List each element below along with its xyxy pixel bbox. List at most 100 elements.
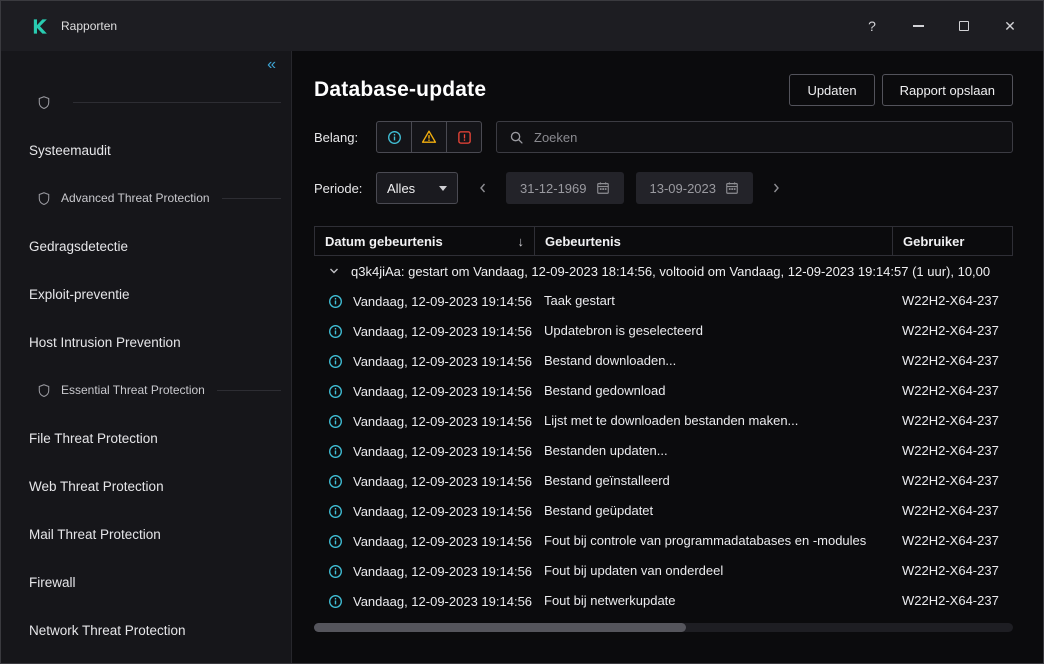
table-row[interactable]: Vandaag, 12-09-2023 19:14:56 Lijst met te… xyxy=(314,406,1043,436)
event-date-cell: Vandaag, 12-09-2023 19:14:56 xyxy=(314,414,534,429)
period-select[interactable]: Alles xyxy=(376,172,458,204)
table-row[interactable]: Vandaag, 12-09-2023 19:14:56Updatebron i… xyxy=(314,316,1043,346)
severity-info-button[interactable] xyxy=(376,121,412,153)
sidebar-item-label: Network Threat Protection xyxy=(29,623,186,638)
sidebar-item-label: Gedragsdetectie xyxy=(29,239,128,254)
event-date: Vandaag, 12-09-2023 19:14:56 xyxy=(353,324,532,339)
close-button[interactable]: ✕ xyxy=(987,9,1033,43)
sidebar-item-host-intrusion-prevention[interactable]: Host Intrusion Prevention xyxy=(1,318,291,366)
event-date: Vandaag, 12-09-2023 19:14:56 xyxy=(353,594,532,609)
warning-icon xyxy=(421,129,437,145)
kaspersky-logo-icon xyxy=(31,17,50,36)
sidebar-item-label: Systeemaudit xyxy=(29,143,111,158)
user-cell: W22H2-X64-237 xyxy=(892,382,1043,400)
event-date-cell: Vandaag, 12-09-2023 19:14:56 xyxy=(314,294,534,309)
info-icon xyxy=(328,474,343,489)
event-date: Vandaag, 12-09-2023 19:14:56 xyxy=(353,474,532,489)
next-period-button[interactable] xyxy=(765,176,787,200)
previous-period-button[interactable] xyxy=(472,176,494,200)
sidebar-item-mail-threat-protection[interactable]: Mail Threat Protection xyxy=(1,510,291,558)
group-row[interactable]: q3k4jiAa: gestart om Vandaag, 12-09-2023… xyxy=(314,256,1043,286)
table-row[interactable]: Vandaag, 12-09-2023 19:14:56Fout bij con… xyxy=(314,526,1043,556)
sidebar-section-label: Advanced Threat Protection xyxy=(61,191,210,205)
sidebar-item-web-threat-protection[interactable]: Web Threat Protection xyxy=(1,462,291,510)
column-label: Gebeurtenis xyxy=(545,234,621,249)
minimize-button[interactable] xyxy=(895,9,941,43)
event-date: Vandaag, 12-09-2023 19:14:56 xyxy=(353,444,532,459)
user-text: W22H2-X64-237 xyxy=(902,533,999,548)
sidebar-list: Systeemaudit Advanced Threat Protection Ge… xyxy=(1,78,291,654)
event-text: Bestand downloaden... xyxy=(544,353,676,368)
user-text: W22H2-X64-237 xyxy=(902,593,999,608)
info-icon xyxy=(328,294,343,309)
event-date-cell: Vandaag, 12-09-2023 19:14:56 xyxy=(314,594,534,609)
user-cell: W22H2-X64-237 xyxy=(892,352,1043,370)
importance-label: Belang: xyxy=(314,130,376,145)
sort-desc-icon: ↓ xyxy=(518,234,525,249)
table-row[interactable]: Vandaag, 12-09-2023 19:14:56Fout bij upd… xyxy=(314,556,1043,586)
sidebar-item-firewall[interactable]: Firewall xyxy=(1,558,291,606)
search-icon xyxy=(509,130,524,145)
info-icon xyxy=(328,324,343,339)
sidebar-item-file-threat-protection[interactable]: File Threat Protection xyxy=(1,414,291,462)
window-title: Rapporten xyxy=(61,19,117,33)
group-row-text: q3k4jiAa: gestart om Vandaag, 12-09-2023… xyxy=(351,264,990,279)
update-button[interactable]: Updaten xyxy=(789,74,874,106)
column-header-gebruiker[interactable]: Gebruiker xyxy=(892,227,1012,255)
scrollbar-thumb[interactable] xyxy=(314,623,686,632)
sidebar-section-essential-threat-protection: Essential Threat Protection xyxy=(1,366,291,414)
user-text: W22H2-X64-237 xyxy=(902,443,999,458)
user-text: W22H2-X64-237 xyxy=(902,413,999,428)
sidebar-item-exploit-preventie[interactable]: Exploit-preventie xyxy=(1,270,291,318)
sidebar-item-label: File Threat Protection xyxy=(29,431,158,446)
table-body: Vandaag, 12-09-2023 19:14:56 Taak gestart… xyxy=(314,286,1043,616)
maximize-button[interactable] xyxy=(941,9,987,43)
sidebar-collapse-button[interactable]: « xyxy=(267,57,276,73)
user-cell: W22H2-X64-237 xyxy=(892,502,1043,520)
save-report-button[interactable]: Rapport opslaan xyxy=(882,74,1013,106)
section-divider xyxy=(73,102,281,103)
event-text: Lijst met te downloaden bestanden maken.… xyxy=(544,413,798,428)
user-text: W22H2-X64-237 xyxy=(902,473,999,488)
horizontal-scrollbar[interactable] xyxy=(314,623,1013,632)
events-table: Datum gebeurtenis↓ Gebeurtenis Gebruiker q… xyxy=(314,226,1043,632)
severity-critical-button[interactable] xyxy=(446,121,482,153)
table-row[interactable]: Vandaag, 12-09-2023 19:14:56 Bestand geïn… xyxy=(314,466,1043,496)
event-cell: Bestand downloaden... xyxy=(534,352,892,370)
column-label: Gebruiker xyxy=(903,234,964,249)
event-text: Bestand geïnstalleerd xyxy=(544,473,670,488)
event-cell: Fout bij controle van programmadatabases… xyxy=(534,532,892,550)
search-input[interactable] xyxy=(534,130,1000,145)
table-row[interactable]: Vandaag, 12-09-2023 19:14:56Bestand gedo… xyxy=(314,376,1043,406)
chevron-left-icon xyxy=(477,182,489,194)
column-header-gebeurtenis[interactable]: Gebeurtenis xyxy=(534,227,892,255)
event-date: Vandaag, 12-09-2023 19:14:56 xyxy=(353,504,532,519)
date-to-value: 13-09-2023 xyxy=(650,181,717,196)
info-icon xyxy=(328,354,343,369)
table-row[interactable]: Vandaag, 12-09-2023 19:14:56 Taak gestart… xyxy=(314,286,1043,316)
help-button[interactable]: ? xyxy=(849,9,895,43)
sidebar-item-systeemaudit[interactable]: Systeemaudit xyxy=(1,126,291,174)
event-cell: Fout bij updaten van onderdeel xyxy=(534,562,892,580)
event-text: Taak gestart xyxy=(544,293,615,308)
date-to-button[interactable]: 13-09-2023 xyxy=(636,172,754,204)
app-window: Rapporten ? ✕ « Systeemaudit Advanced Thr… xyxy=(0,0,1044,664)
table-row[interactable]: Vandaag, 12-09-2023 19:14:56Bestand geüp… xyxy=(314,496,1043,526)
section-divider xyxy=(217,390,281,391)
minimize-icon xyxy=(913,25,924,27)
table-row[interactable]: Vandaag, 12-09-2023 19:14:56Bestand down… xyxy=(314,346,1043,376)
severity-warning-button[interactable] xyxy=(411,121,447,153)
sidebar-item-network-threat-protection[interactable]: Network Threat Protection xyxy=(1,606,291,654)
search-box[interactable] xyxy=(496,121,1013,153)
titlebar: Rapporten ? ✕ xyxy=(1,1,1043,51)
event-date-cell: Vandaag, 12-09-2023 19:14:56 xyxy=(314,564,534,579)
info-icon xyxy=(328,594,343,609)
table-row[interactable]: Vandaag, 12-09-2023 19:14:56Bestanden up… xyxy=(314,436,1043,466)
shield-icon xyxy=(37,383,51,398)
event-date: Vandaag, 12-09-2023 19:14:56 xyxy=(353,414,532,429)
column-header-datum-gebeurtenis[interactable]: Datum gebeurtenis↓ xyxy=(315,227,534,255)
user-cell: W22H2-X64-237 xyxy=(892,592,1043,610)
table-row[interactable]: Vandaag, 12-09-2023 19:14:56Fout bij net… xyxy=(314,586,1043,616)
sidebar-item-gedragsdetectie[interactable]: Gedragsdetectie xyxy=(1,222,291,270)
date-from-button[interactable]: 31-12-1969 xyxy=(506,172,624,204)
